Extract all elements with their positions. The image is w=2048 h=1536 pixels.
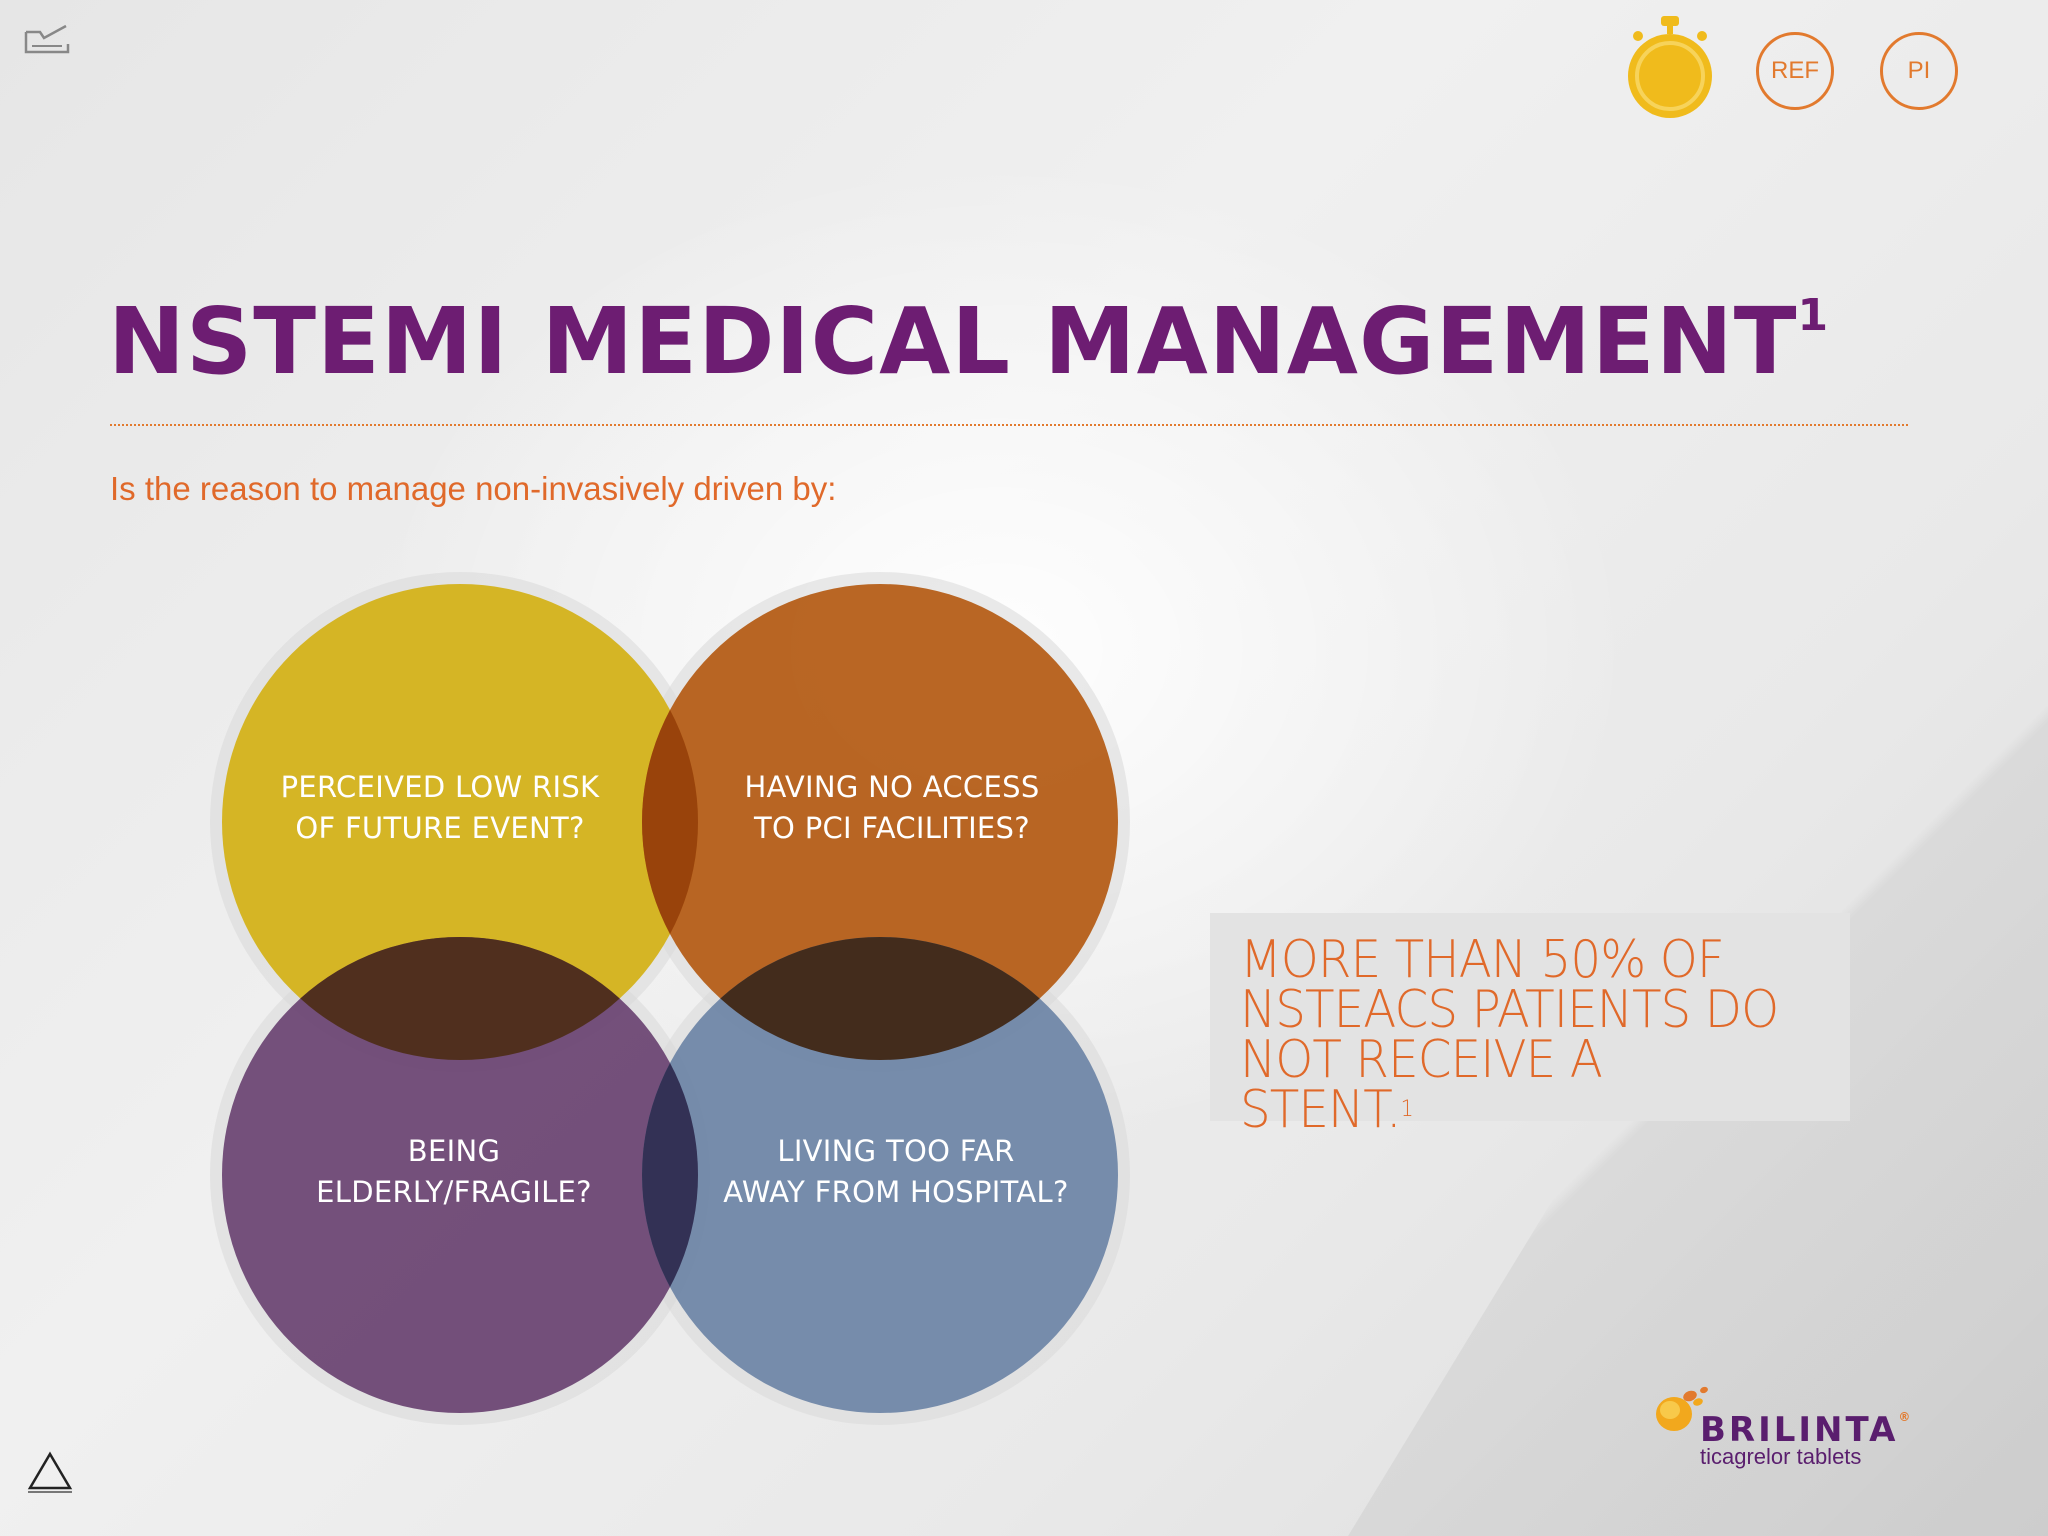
venn-label-line: AWAY FROM HOSPITAL? bbox=[723, 1175, 1069, 1209]
page-title-text: NSTEMI MEDICAL MANAGEMENT bbox=[108, 288, 1798, 395]
venn-svg bbox=[210, 572, 1130, 1425]
pi-button[interactable]: PI bbox=[1880, 32, 1958, 110]
ref-button[interactable]: REF bbox=[1756, 32, 1834, 110]
venn-label-line: BEING bbox=[407, 1134, 501, 1168]
notes-tray-icon[interactable] bbox=[22, 18, 72, 58]
venn-label-elderly: BEING ELDERLY/FRAGILE? bbox=[244, 1131, 664, 1213]
venn-diagram: PERCEIVED LOW RISK OF FUTURE EVENT? HAVI… bbox=[190, 550, 1170, 1470]
stat-line: NSTEACS PATIENTS DO bbox=[1240, 980, 1779, 1040]
brand-mark-icon bbox=[1656, 1386, 1708, 1431]
stat-footnote-ref[interactable]: 1 bbox=[1401, 1097, 1414, 1122]
venn-label-line: PERCEIVED LOW RISK bbox=[280, 770, 600, 804]
stat-line: MORE THAN 50% OF bbox=[1240, 930, 1725, 990]
venn-label-line: TO PCI FACILITIES? bbox=[754, 811, 1030, 845]
stopwatch-icon[interactable] bbox=[1626, 12, 1714, 120]
stat-text: MORE THAN 50% OF NSTEACS PATIENTS DO NOT R… bbox=[1240, 930, 1779, 1136]
brilinta-logo: BRILINTA® ticagrelor tablets bbox=[1648, 1378, 1968, 1469]
venn-label-line: HAVING NO ACCESS bbox=[744, 770, 1040, 804]
title-divider bbox=[110, 424, 1908, 426]
venn-label-no-pci-access: HAVING NO ACCESS TO PCI FACILITIES? bbox=[682, 767, 1102, 849]
venn-label-line: ELDERLY/FRAGILE? bbox=[316, 1175, 592, 1209]
triangle-menu-icon[interactable] bbox=[26, 1450, 74, 1494]
stat-line: NOT RECEIVE A STENT. bbox=[1240, 1030, 1603, 1140]
brand-tagline: ticagrelor tablets bbox=[1700, 1444, 1862, 1469]
title-footnote-ref[interactable]: 1 bbox=[1798, 290, 1830, 341]
page-title: NSTEMI MEDICAL MANAGEMENT1 bbox=[108, 288, 1829, 395]
stat-line-last: NOT RECEIVE A STENT.1 bbox=[1240, 1034, 1779, 1136]
venn-label-low-risk: PERCEIVED LOW RISK OF FUTURE EVENT? bbox=[230, 767, 650, 849]
stat-callout: MORE THAN 50% OF NSTEACS PATIENTS DO NOT R… bbox=[1210, 913, 1850, 1136]
venn-label-line: OF FUTURE EVENT? bbox=[295, 811, 585, 845]
question-text: Is the reason to manage non-invasively d… bbox=[110, 470, 837, 507]
venn-label-far-from-hospital: LIVING TOO FAR AWAY FROM HOSPITAL? bbox=[686, 1131, 1106, 1213]
venn-label-line: LIVING TOO FAR bbox=[777, 1134, 1015, 1168]
brand-registered: ® bbox=[1898, 1410, 1911, 1424]
